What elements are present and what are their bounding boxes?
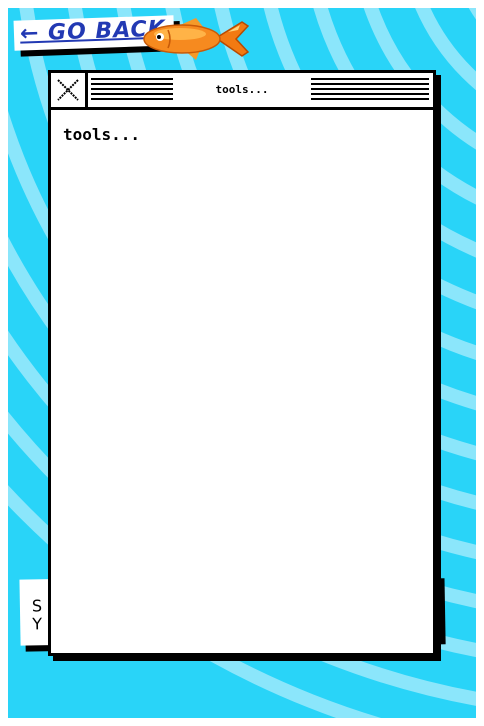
tools-window: tools... tools...	[48, 70, 436, 656]
titlebar-stripes-right	[311, 78, 429, 102]
window-titlebar[interactable]: tools...	[51, 73, 433, 110]
page: S Y ← GO BACK tools... tools...	[0, 0, 484, 726]
goldfish-icon	[143, 18, 250, 60]
close-button[interactable]	[51, 73, 88, 107]
window-title: tools...	[215, 83, 269, 96]
window-content: tools...	[51, 110, 433, 653]
content-heading: tools...	[63, 125, 141, 144]
titlebar-stripes-left	[91, 78, 173, 102]
x-icon	[57, 79, 79, 101]
